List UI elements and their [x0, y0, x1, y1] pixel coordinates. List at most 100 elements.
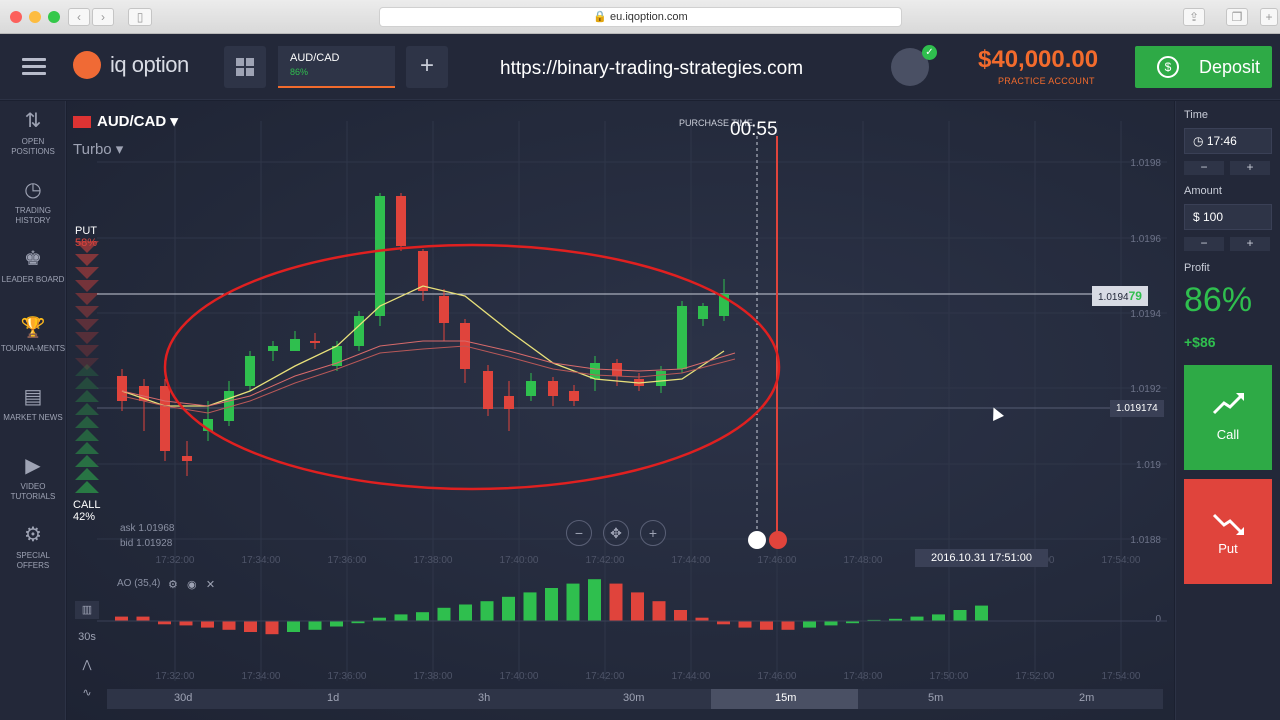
expiry-time-field[interactable]: ◷ 17:46 [1184, 128, 1272, 154]
zoom-out-button[interactable]: − [566, 520, 592, 546]
sidebar-item-label: SPECIAL OFFERS [16, 551, 50, 570]
ao-controls: ⚙ ◉ ✕ [168, 578, 215, 591]
timeframe-2m[interactable]: 2m [1079, 692, 1094, 704]
profit-percent: 86% [1184, 281, 1253, 319]
time-decrease-button[interactable]: − [1184, 161, 1224, 175]
sidebar-item-special-offers[interactable]: ⚙ SPECIAL OFFERS [0, 523, 66, 571]
asset-tab-aud-cad[interactable]: AUD/CAD 86% [278, 46, 395, 88]
zoom-in-button[interactable]: + [640, 520, 666, 546]
put-button[interactable]: Put [1184, 479, 1272, 584]
chart-area[interactable]: 1.0198 1.0196 1.0194 1.0192 1.019 1.0188 17:32… [67, 101, 1174, 720]
timeframe-30m[interactable]: 30m [623, 692, 644, 704]
put-arrow-icon [1212, 513, 1244, 535]
sidebar-item-market-news[interactable]: ▤ MARKET NEWS [0, 385, 66, 423]
minimize-window-button[interactable] [29, 11, 41, 23]
interval-selector[interactable]: 30s [75, 628, 99, 646]
ao-bar [932, 614, 945, 621]
settings-icon[interactable]: ⚙ [168, 579, 178, 591]
timeframe-15m[interactable]: 15m [775, 692, 796, 704]
time-increase-button[interactable]: + [1230, 161, 1270, 175]
candle-body [245, 356, 255, 386]
candle-body [439, 296, 449, 323]
amount-decrease-button[interactable]: − [1184, 237, 1224, 251]
close-icon[interactable]: ✕ [206, 579, 215, 591]
sentiment-arrow [75, 468, 99, 480]
ao-bar [652, 601, 666, 621]
center-chart-button[interactable]: ✥ [603, 520, 629, 546]
price-chart[interactable]: 1.0198 1.0196 1.0194 1.0192 1.019 1.0188 17:32… [67, 101, 1174, 720]
sentiment-arrow [75, 254, 99, 266]
candle-body [504, 396, 514, 409]
drawing-tools-icon[interactable]: ⋀ [75, 656, 99, 674]
eye-icon[interactable]: ◉ [187, 579, 197, 591]
sidebar-item-leader-board[interactable]: ♚ LEADER BOARD [0, 247, 66, 285]
candle-body [182, 456, 192, 461]
time-axis-label: 17:36:00 [328, 555, 367, 566]
ao-bar [308, 621, 322, 630]
ao-bar [222, 621, 236, 630]
candle-body [396, 196, 406, 246]
timeframe-5m[interactable]: 5m [928, 692, 943, 704]
sidebar-item-label: LEADER BOARD [1, 275, 65, 284]
deposit-button[interactable]: $ Deposit [1135, 46, 1272, 88]
timeframe-1d[interactable]: 1d [327, 692, 339, 704]
zoom-window-button[interactable] [48, 11, 60, 23]
sentiment-arrow [75, 455, 99, 467]
price-axis-label: 1.0196 [1130, 234, 1161, 245]
add-asset-button[interactable]: + [406, 46, 448, 88]
asset-grid-button[interactable] [224, 46, 266, 88]
amount-increase-button[interactable]: + [1230, 237, 1270, 251]
time-axis-label: 17:46:00 [758, 671, 797, 682]
ao-indicator-label: AO (35,4) [117, 578, 161, 589]
sidebar-item-trading-history[interactable]: ◷ TRADING HISTORY [0, 178, 66, 226]
time-axis-label: 17:40:00 [500, 555, 539, 566]
sidebar-item-tournaments[interactable]: 🏆 TOURNA-MENTS [0, 316, 66, 354]
new-tab-button[interactable]: + [1260, 8, 1278, 26]
price-axis-label: 1.0198 [1130, 158, 1161, 169]
sidebar-item-video-tutorials[interactable]: ▶ VIDEO TUTORIALS [0, 454, 66, 502]
market-news-icon: ▤ [23, 386, 43, 408]
chart-asset-selector[interactable]: AUD/CAD ▾ [73, 112, 178, 130]
sidebar-toggle-button[interactable]: ▯ [128, 8, 152, 26]
asset-tab-pct: 86% [290, 67, 309, 77]
time-axis-label: 17:42:00 [586, 671, 625, 682]
crosshair-date-tag: 2016.10.31 17:51:00 [915, 549, 1048, 567]
sidebar-item-label: TRADING HISTORY [15, 206, 51, 225]
purchase-countdown: 00:55 [730, 119, 778, 140]
indicators-icon[interactable]: ∿ [75, 684, 99, 702]
expiry-time-value: 17:46 [1206, 134, 1237, 148]
ao-bar [416, 612, 429, 621]
trade-panel: Time ◷ 17:46 − + Amount $ 100 − + Profit… [1175, 101, 1280, 720]
ao-bar [760, 621, 773, 630]
current-price-suffix: 79 [1128, 289, 1142, 303]
price-axis-label: 1.019 [1136, 460, 1161, 471]
forward-button[interactable]: › [92, 8, 114, 26]
back-button[interactable]: ‹ [68, 8, 90, 26]
close-window-button[interactable] [10, 11, 22, 23]
account-balance[interactable]: $40,000.00 [978, 46, 1098, 74]
lock-icon: 🔒 [593, 11, 607, 23]
call-button[interactable]: Call [1184, 365, 1272, 470]
address-bar[interactable]: 🔒 eu.iqoption.com [379, 7, 902, 27]
sidebar-item-open-positions[interactable]: ⇅ OPEN POSITIONS [0, 109, 66, 157]
stopwatch-icon [748, 531, 766, 549]
menu-icon[interactable] [22, 58, 46, 76]
chart-asset-name: AUD/CAD [97, 113, 167, 130]
ao-zero-label: 0 [1155, 614, 1161, 625]
ao-bar [545, 588, 558, 621]
candle-body [160, 386, 170, 451]
tabs-button[interactable]: ❐ [1226, 8, 1248, 26]
ao-bar [824, 621, 838, 626]
ao-bar [523, 592, 537, 621]
timeframe-3h[interactable]: 3h [478, 692, 490, 704]
timeframe-30d[interactable]: 30d [174, 692, 192, 704]
share-button[interactable]: ⇪ [1183, 8, 1205, 26]
sentiment-arrow [75, 332, 99, 344]
current-price-tag: 1.019479 [1092, 286, 1148, 306]
option-type-selector[interactable]: Turbo ▾ [73, 140, 123, 158]
chart-type-icon[interactable]: ▥ [75, 601, 99, 619]
sentiment-arrow [75, 416, 99, 428]
finish-flag-icon [769, 531, 787, 549]
amount-field[interactable]: $ 100 [1184, 204, 1272, 230]
candle-body [656, 371, 666, 386]
